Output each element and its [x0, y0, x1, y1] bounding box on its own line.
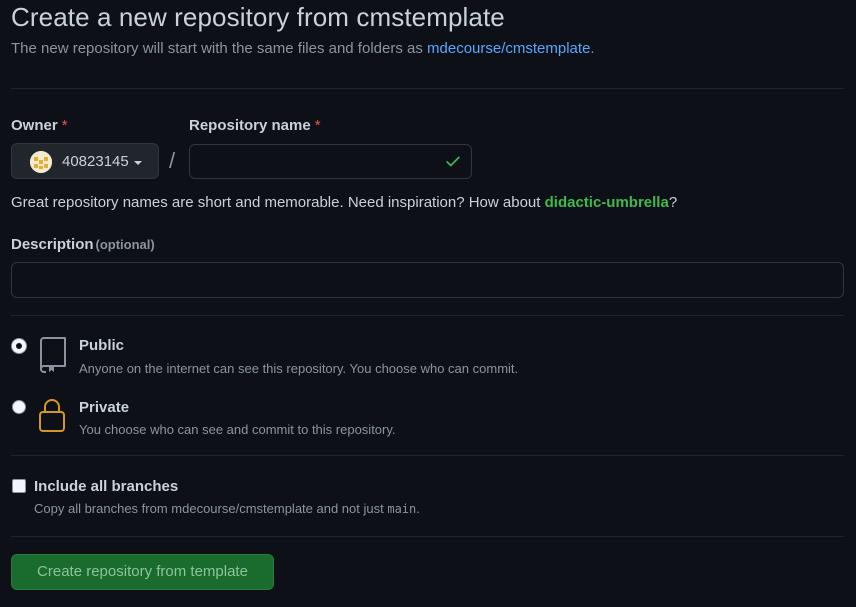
divider [11, 88, 844, 89]
branch-name-code: main [387, 502, 417, 516]
name-suggestion-link[interactable]: didactic-umbrella [545, 194, 669, 211]
caret-down-icon [134, 161, 142, 165]
owner-label-text: Owner [11, 117, 58, 134]
check-icon [446, 156, 460, 167]
hint-text: Great repository names are short and mem… [11, 194, 545, 211]
lock-icon [39, 399, 65, 432]
create-repo-page: Create a new repository from cmstemplate… [0, 0, 856, 607]
description-label-text: Description [11, 236, 94, 253]
include-branches-label[interactable]: Include all branches [34, 478, 178, 495]
owner-dropdown-button[interactable]: 40823145 [11, 143, 159, 179]
private-radio[interactable] [12, 400, 26, 414]
subtitle-text: The new repository will start with the s… [11, 40, 428, 57]
repo-name-input[interactable] [189, 144, 472, 179]
include-branches-description: Copy all branches from mdecourse/cmstemp… [34, 501, 420, 516]
description-input[interactable] [11, 262, 844, 298]
private-description: You choose who can see and commit to thi… [79, 422, 396, 437]
public-radio[interactable] [12, 339, 26, 353]
public-title: Public [79, 337, 125, 354]
divider [11, 536, 844, 537]
repo-name-label-text: Repository name [189, 117, 311, 134]
description-label: Description (optional) [11, 236, 155, 253]
hint-suffix: ? [668, 194, 678, 211]
include-branches-desc-text: Copy all branches from mdecourse/cmstemp… [34, 501, 388, 516]
name-hint: Great repository names are short and mem… [11, 194, 677, 211]
owner-name: 40823145 [62, 153, 129, 170]
required-mark: * [61, 117, 68, 134]
page-subtitle: The new repository will start with the s… [11, 40, 595, 57]
owner-label: Owner * [11, 117, 68, 134]
subtitle-suffix: . [590, 40, 595, 57]
repo-icon [40, 337, 66, 373]
include-branches-checkbox[interactable] [12, 479, 26, 493]
public-description: Anyone on the internet can see this repo… [79, 361, 519, 376]
divider [11, 315, 844, 316]
page-title: Create a new repository from cmstemplate [11, 2, 505, 32]
owner-repo-separator: / [169, 148, 176, 173]
identicon-avatar-icon [30, 151, 52, 173]
private-title: Private [79, 399, 130, 416]
optional-tag: (optional) [95, 237, 155, 252]
include-branches-desc-suffix: . [416, 501, 420, 516]
repo-name-label: Repository name * [189, 117, 321, 134]
template-link[interactable]: mdecourse/cmstemplate [427, 40, 590, 57]
divider [11, 455, 844, 456]
create-repository-button[interactable]: Create repository from template [11, 554, 274, 590]
required-mark: * [314, 117, 321, 134]
